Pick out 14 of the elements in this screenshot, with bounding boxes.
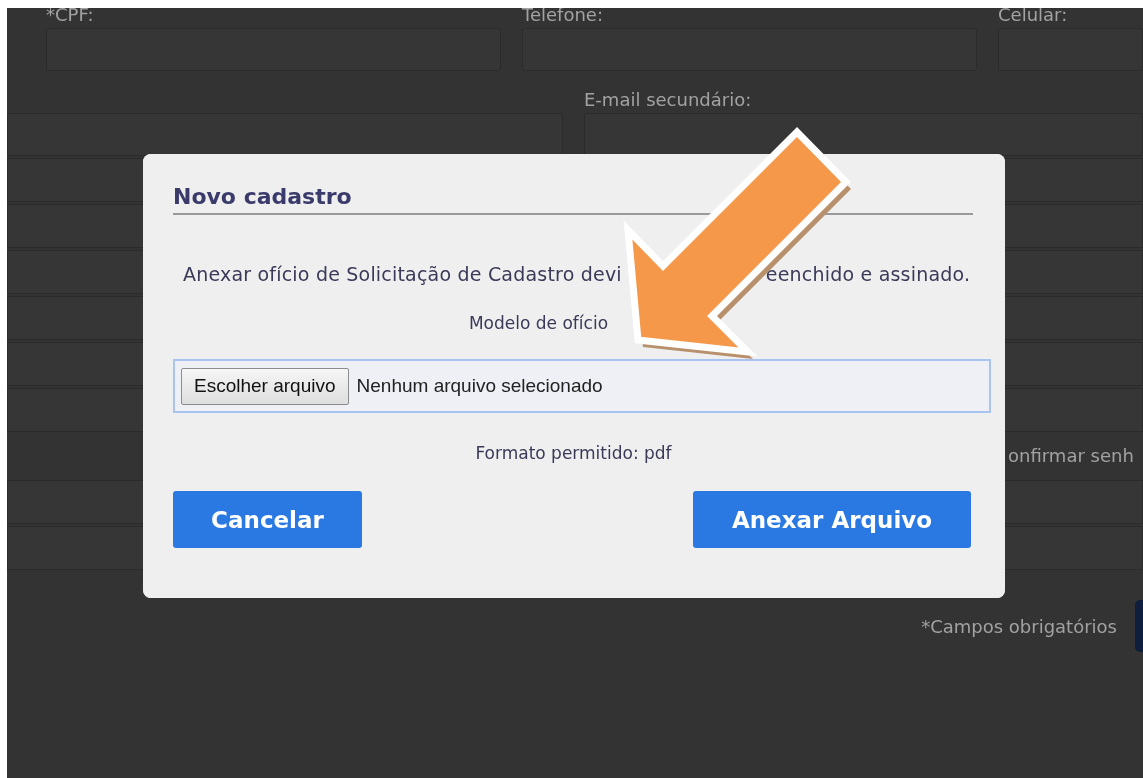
file-status: Nenhum arquivo selecionado xyxy=(356,375,603,397)
field-label: Celular: xyxy=(998,8,1069,27)
file-input[interactable]: Escolher arquivo Nenhum arquivo selecionado xyxy=(173,359,991,413)
field-label: onfirmar senh xyxy=(1008,444,1134,466)
field-label: *CPF: xyxy=(46,8,95,27)
dialog-button[interactable]: Cancelar xyxy=(173,491,362,548)
field-label: Telefone: xyxy=(522,8,604,27)
format-note: Formato permitido: pdf xyxy=(474,443,673,463)
required-note: *Campos obrigatórios xyxy=(921,615,1117,637)
instruction-text: Anexar ofício de Solicitação de Cadastro devi xyxy=(183,263,622,285)
instruction-text: eenchido e assinado. xyxy=(765,263,971,285)
choose-file-button[interactable]: Escolher arquivo xyxy=(181,367,349,405)
dialog-button[interactable]: Anexar Arquivo xyxy=(693,491,971,548)
field-label: E-mail secundário: xyxy=(584,93,753,112)
